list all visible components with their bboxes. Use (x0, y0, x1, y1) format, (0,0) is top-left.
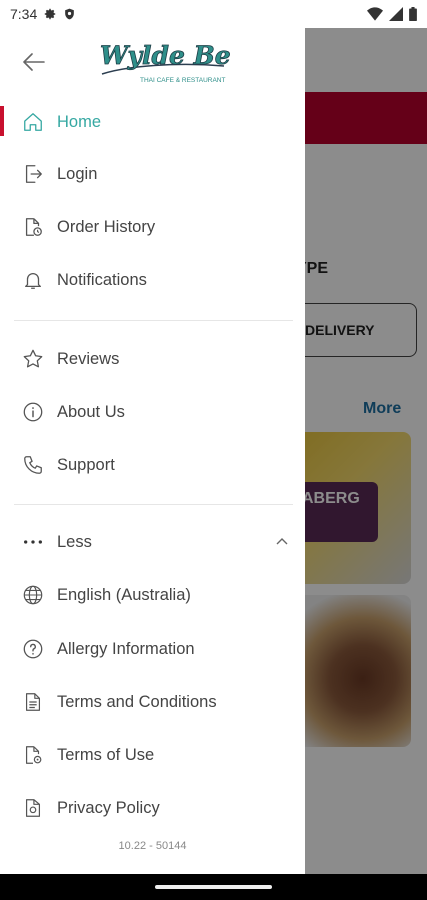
logo-tagline: THAI CAFE & RESTAURANT (140, 77, 226, 84)
app-version: 10.22 - 50144 (118, 840, 187, 852)
status-bar: 7:34 (0, 0, 427, 28)
nav-item-reviews[interactable]: Reviews (0, 335, 305, 383)
nav-item-label: Support (57, 455, 115, 474)
document-settings-icon (22, 744, 44, 766)
nav-item-label: Home (57, 112, 102, 131)
section-divider (14, 504, 293, 505)
settings-gear-icon (43, 7, 57, 21)
nav-item-terms-and-conditions[interactable]: Terms and Conditions (0, 678, 305, 726)
cellular-signal-icon (389, 7, 403, 21)
nav-item-about-us[interactable]: About Us (0, 388, 305, 436)
info-icon (22, 401, 44, 423)
home-gesture-handle[interactable] (155, 885, 272, 889)
nav-item-allergy-information[interactable]: Allergy Information (0, 625, 305, 673)
nav-item-label: Terms and Conditions (57, 692, 217, 711)
nav-item-label: Notifications (57, 270, 147, 289)
nav-item-login[interactable]: Login (0, 150, 305, 198)
nav-item-terms-of-use[interactable]: Terms of Use (0, 731, 305, 779)
nav-item-label: English (Australia) (57, 585, 191, 604)
nav-item-support[interactable]: Support (0, 441, 305, 489)
home-icon (22, 111, 44, 133)
shield-icon (63, 7, 76, 21)
system-navigation-bar (0, 874, 427, 900)
privacy-icon (22, 797, 44, 819)
section-divider (14, 320, 293, 321)
nav-item-label: About Us (57, 402, 125, 421)
star-icon (22, 348, 44, 370)
order-history-icon (22, 216, 44, 238)
battery-icon (409, 7, 417, 21)
brand-logo: Wylde Bean THAI CAFE & RESTAURANT (96, 36, 230, 86)
nav-item-notifications[interactable]: Notifications (0, 256, 305, 304)
document-icon (22, 691, 44, 713)
question-icon (22, 638, 44, 660)
nav-item-order-history[interactable]: Order History (0, 203, 305, 251)
nav-item-label: Login (57, 164, 98, 183)
login-icon (22, 163, 44, 185)
bell-icon (22, 269, 44, 291)
navigation-drawer: Wylde Bean THAI CAFE & RESTAURANT Home L… (0, 28, 305, 874)
nav-item-privacy-policy[interactable]: Privacy Policy (0, 784, 305, 832)
logo-wordmark: Wylde Bean (100, 41, 230, 70)
nav-item-label: Allergy Information (57, 639, 195, 658)
more-less-toggle[interactable]: Less (0, 518, 305, 566)
more-dots-icon (22, 531, 44, 553)
drawer-header: Wylde Bean THAI CAFE & RESTAURANT (0, 28, 305, 94)
back-arrow-button[interactable] (18, 48, 50, 76)
nav-item-label: Order History (57, 217, 156, 236)
chevron-up-icon (274, 534, 290, 550)
globe-icon (22, 584, 44, 606)
wifi-icon (367, 7, 383, 21)
back-arrow-icon (23, 53, 45, 71)
nav-item-label: Terms of Use (57, 745, 155, 764)
nav-item-language[interactable]: English (Australia) (0, 571, 305, 619)
nav-item-label: Reviews (57, 349, 120, 368)
nav-item-home[interactable]: Home (0, 98, 305, 146)
status-time: 7:34 (10, 6, 38, 22)
toggle-label: Less (57, 532, 92, 551)
phone-icon (22, 454, 44, 476)
nav-item-label: Privacy Policy (57, 798, 160, 817)
